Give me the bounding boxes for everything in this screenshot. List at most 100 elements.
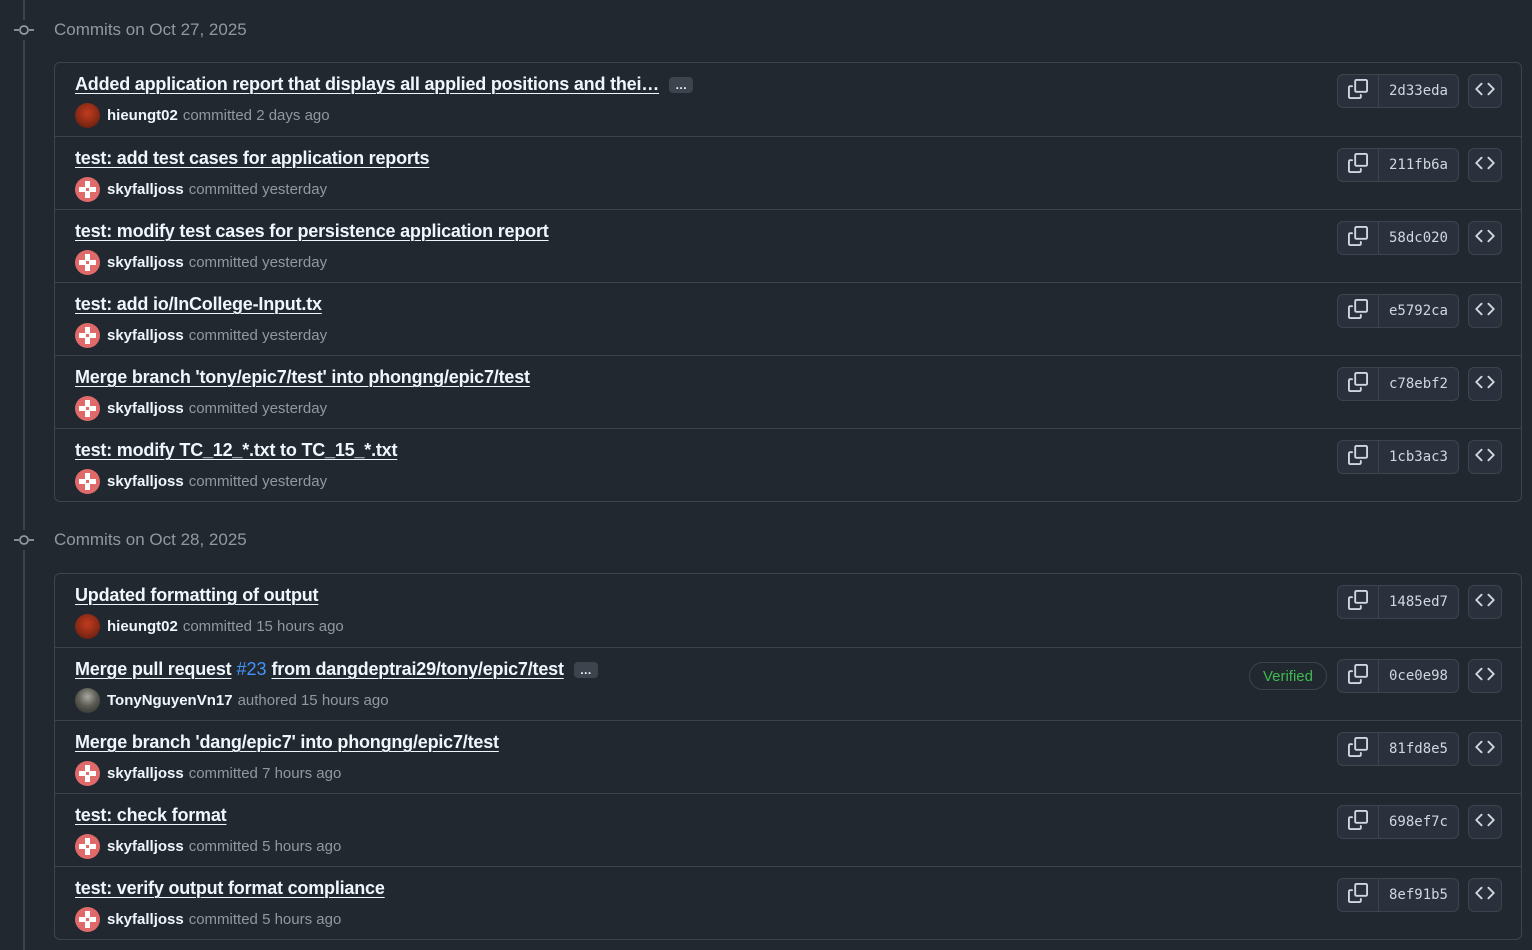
commit-list: Added application report that displays a…: [54, 62, 1522, 502]
avatar[interactable]: [75, 249, 100, 275]
verified-badge[interactable]: Verified: [1248, 662, 1327, 690]
copy-sha-button[interactable]: [1338, 806, 1379, 838]
copy-sha-button[interactable]: [1338, 660, 1379, 692]
commit-meta: skyfalljoss committed yesterday: [75, 322, 327, 348]
commit-time: yesterday: [262, 326, 328, 344]
code-icon: [1475, 372, 1495, 397]
copy-sha-button[interactable]: [1338, 295, 1379, 327]
avatar[interactable]: [75, 833, 100, 859]
commit-message-link[interactable]: test: verify output format compliance: [75, 878, 385, 899]
commit-message-link[interactable]: Merge branch 'tony/epic7/test' into phon…: [75, 367, 530, 388]
avatar[interactable]: [75, 102, 100, 128]
commit-message-link[interactable]: Updated formatting of output: [75, 585, 319, 606]
browse-repository-button[interactable]: [1468, 659, 1502, 693]
commit-message: test: modify test cases for persistence …: [75, 221, 549, 242]
browse-repository-button[interactable]: [1468, 732, 1502, 766]
commit-message-link[interactable]: test: modify test cases for persistence …: [75, 221, 549, 242]
commit-sha-link[interactable]: 1485ed7: [1379, 586, 1458, 618]
commit-message: Merge pull request #23 from dangdeptrai29/…: [75, 659, 598, 680]
commit-message-link[interactable]: Added application report that displays a…: [75, 74, 659, 95]
commit-sha-link[interactable]: 211fb6a: [1379, 149, 1458, 181]
commit-row: test: add test cases for application rep…: [55, 136, 1521, 209]
browse-repository-button[interactable]: [1468, 440, 1502, 474]
commit-row: test: check format skyfalljoss committed 5…: [55, 793, 1521, 866]
commit-message-link[interactable]: from dangdeptrai29/tony/epic7/test: [271, 659, 563, 680]
commit-time: yesterday: [262, 472, 328, 490]
commit-message-link[interactable]: Merge pull request: [75, 659, 232, 680]
commit-meta: TonyNguyenVn17 authored 15 hours ago: [75, 687, 389, 713]
copy-sha-button[interactable]: [1338, 149, 1379, 181]
commit-author[interactable]: skyfalljoss: [107, 765, 184, 782]
commit-message-link[interactable]: test: modify TC_12_*.txt to TC_15_*.txt: [75, 440, 397, 461]
copy-sha-button[interactable]: [1338, 733, 1379, 765]
commit-author[interactable]: skyfalljoss: [107, 911, 184, 928]
copy-sha-button[interactable]: [1338, 879, 1379, 911]
commit-action: committed: [182, 617, 253, 635]
sha-button-group: 58dc020: [1337, 221, 1459, 255]
commit-sha-link[interactable]: 698ef7c: [1379, 806, 1458, 838]
avatar[interactable]: [75, 687, 100, 713]
avatar[interactable]: [75, 176, 100, 202]
avatar[interactable]: [75, 468, 100, 494]
avatar[interactable]: [75, 760, 100, 786]
commit-sha-link[interactable]: 2d33eda: [1379, 75, 1458, 107]
sha-button-group: 1cb3ac3: [1337, 440, 1459, 474]
commit-sha-link[interactable]: c78ebf2: [1379, 368, 1458, 400]
pull-request-link[interactable]: #23: [236, 659, 266, 680]
avatar[interactable]: [75, 395, 100, 421]
copy-icon: [1348, 736, 1368, 762]
commit-action: committed: [188, 837, 258, 855]
commit-author[interactable]: skyfalljoss: [107, 254, 184, 271]
browse-repository-button[interactable]: [1468, 148, 1502, 182]
browse-repository-button[interactable]: [1468, 294, 1502, 328]
commit-message: Merge branch 'dang/epic7' into phongng/e…: [75, 732, 499, 753]
copy-sha-button[interactable]: [1338, 75, 1379, 107]
commit-time: 15 hours ago: [256, 617, 344, 635]
expand-message-button[interactable]: …: [573, 661, 598, 678]
avatar[interactable]: [75, 613, 100, 639]
commit-time: 7 hours ago: [262, 764, 342, 782]
commit-message-link[interactable]: Merge branch 'dang/epic7' into phongng/e…: [75, 732, 499, 753]
browse-repository-button[interactable]: [1468, 74, 1502, 108]
browse-repository-button[interactable]: [1468, 878, 1502, 912]
commit-sha-link[interactable]: 58dc020: [1379, 222, 1458, 254]
commit-author[interactable]: skyfalljoss: [107, 400, 184, 417]
commit-actions: 2d33eda: [1337, 74, 1502, 108]
commit-sha-link[interactable]: 8ef91b5: [1379, 879, 1458, 911]
commit-author[interactable]: skyfalljoss: [107, 838, 184, 855]
commit-author[interactable]: hieungt02: [107, 618, 178, 635]
browse-repository-button[interactable]: [1468, 221, 1502, 255]
commit-sha-link[interactable]: 1cb3ac3: [1379, 441, 1458, 473]
browse-repository-button[interactable]: [1468, 585, 1502, 619]
copy-sha-button[interactable]: [1338, 368, 1379, 400]
browse-repository-button[interactable]: [1468, 367, 1502, 401]
browse-repository-button[interactable]: [1468, 805, 1502, 839]
code-icon: [1475, 445, 1495, 470]
copy-icon: [1348, 809, 1368, 835]
commit-action: committed: [188, 253, 258, 271]
copy-icon: [1348, 444, 1368, 470]
commit-author[interactable]: skyfalljoss: [107, 327, 184, 344]
code-icon: [1475, 737, 1495, 762]
copy-sha-button[interactable]: [1338, 441, 1379, 473]
commit-sha-link[interactable]: 81fd8e5: [1379, 733, 1458, 765]
commit-sha-link[interactable]: 0ce0e98: [1379, 660, 1458, 692]
avatar[interactable]: [75, 906, 100, 932]
commit-message: test: verify output format compliance: [75, 878, 385, 899]
commit-message-link[interactable]: test: add io/InCollege-Input.tx: [75, 294, 322, 315]
copy-sha-button[interactable]: [1338, 222, 1379, 254]
code-icon: [1475, 883, 1495, 908]
commit-message-link[interactable]: test: add test cases for application rep…: [75, 148, 429, 169]
expand-message-button[interactable]: …: [669, 76, 694, 93]
commit-author[interactable]: skyfalljoss: [107, 181, 184, 198]
copy-sha-button[interactable]: [1338, 586, 1379, 618]
commit-sha-link[interactable]: e5792ca: [1379, 295, 1458, 327]
copy-icon: [1348, 152, 1368, 178]
commit-message-link[interactable]: test: check format: [75, 805, 227, 826]
commit-actions: c78ebf2: [1337, 367, 1502, 401]
commit-author[interactable]: TonyNguyenVn17: [107, 692, 233, 709]
commit-author[interactable]: skyfalljoss: [107, 473, 184, 490]
avatar[interactable]: [75, 322, 100, 348]
commit-author[interactable]: hieungt02: [107, 107, 178, 124]
commit-meta: skyfalljoss committed yesterday: [75, 176, 327, 202]
